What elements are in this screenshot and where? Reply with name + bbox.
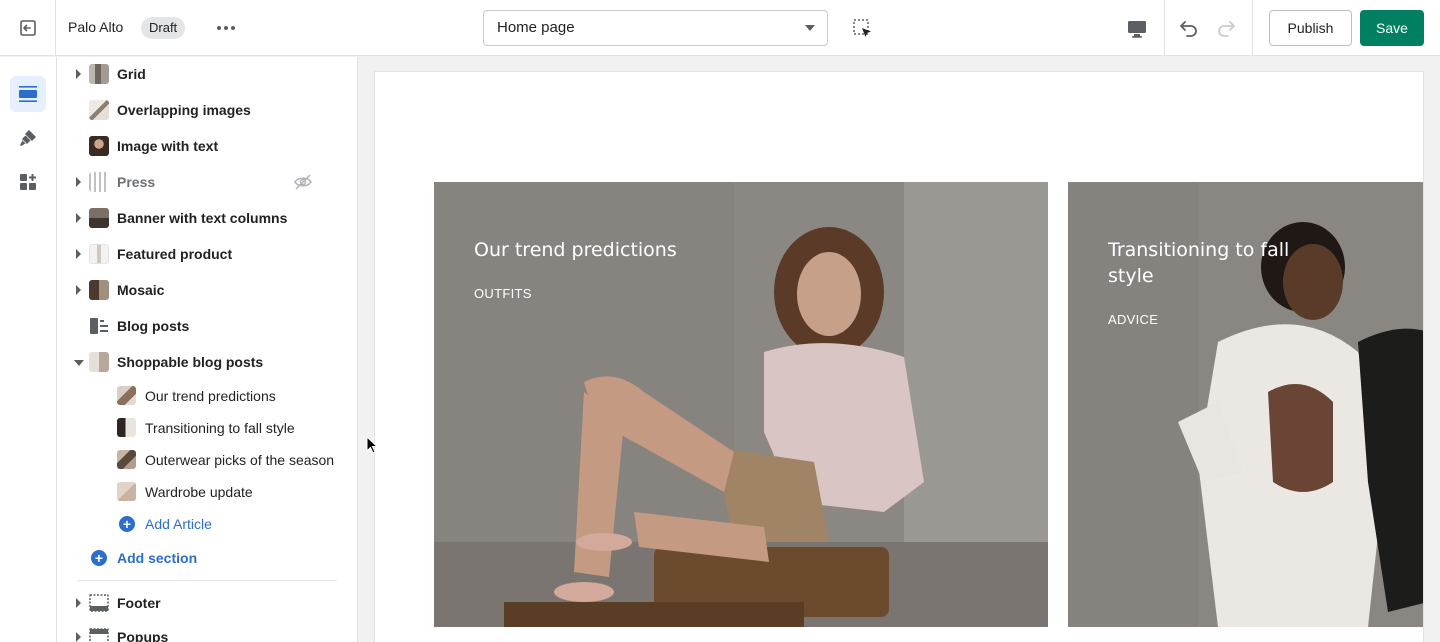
popups-icon — [89, 628, 109, 642]
toolbar-divider — [1164, 0, 1165, 56]
section-thumbnail — [89, 208, 109, 228]
expand-arrow-icon[interactable] — [76, 632, 81, 642]
icon-rail — [0, 57, 57, 642]
blog-icon — [90, 318, 108, 334]
redo-icon — [1218, 21, 1235, 37]
section-label: Blog posts — [117, 318, 190, 334]
section-item-grid[interactable]: Grid — [57, 57, 357, 92]
section-thumbnail — [89, 100, 109, 120]
section-item-shoppable-blog-posts[interactable]: Shoppable blog posts — [57, 344, 357, 380]
add-article-button[interactable]: + Add Article — [119, 516, 212, 532]
expand-arrow-icon[interactable] — [76, 177, 81, 187]
exit-button[interactable] — [0, 0, 56, 56]
section-thumbnail — [89, 280, 109, 300]
undo-button[interactable] — [1176, 15, 1202, 41]
page-selector[interactable]: Home page — [483, 10, 828, 46]
top-bar: Palo Alto Draft Home page Publish Save — [0, 0, 1440, 56]
section-label: Mosaic — [117, 282, 165, 298]
expand-arrow-icon[interactable] — [76, 598, 81, 608]
page-selector-value: Home page — [497, 19, 575, 36]
article-thumbnail — [117, 450, 136, 469]
section-item-image-with-text[interactable]: Image with text — [57, 128, 357, 164]
rail-item-sections[interactable] — [10, 76, 46, 112]
section-label: Banner with text columns — [117, 210, 288, 226]
more-horizontal-icon — [217, 26, 235, 30]
expand-arrow-icon[interactable] — [76, 285, 81, 295]
section-thumbnail — [89, 136, 109, 156]
section-label: Featured product — [117, 246, 233, 262]
blog-post-card[interactable]: Transitioning to fall style ADVICE — [1068, 182, 1423, 627]
select-cursor-icon — [853, 19, 871, 37]
section-thumbnail — [89, 172, 109, 192]
section-item-blog-posts[interactable]: Blog posts — [57, 308, 357, 344]
article-item[interactable]: Transitioning to fall style — [57, 412, 357, 444]
theme-settings-brush-icon — [20, 130, 36, 146]
publish-button[interactable]: Publish — [1269, 10, 1352, 46]
section-label: Press — [117, 174, 156, 190]
more-actions-button[interactable] — [212, 16, 240, 40]
mouse-cursor-icon — [366, 436, 378, 454]
store-name: Palo Alto — [68, 19, 124, 35]
section-item-footer[interactable]: Footer — [57, 585, 357, 621]
section-item-popups[interactable]: Popups — [57, 619, 357, 642]
section-label: Image with text — [117, 138, 219, 154]
article-label: Wardrobe update — [145, 484, 253, 500]
sections-sidebar: Grid Overlapping images Image with text … — [57, 57, 358, 642]
plus-circle-icon: + — [91, 550, 107, 566]
article-thumbnail — [117, 418, 136, 437]
blog-post-title[interactable]: Transitioning to fall style — [1108, 237, 1328, 289]
section-label: Shoppable blog posts — [117, 354, 264, 370]
article-label: Outerwear picks of the season — [145, 452, 335, 468]
desktop-view-button[interactable] — [1124, 16, 1150, 42]
blog-post-card[interactable]: Our trend predictions OUTFITS — [434, 182, 1048, 627]
undo-icon — [1180, 21, 1197, 37]
sections-icon — [19, 86, 37, 102]
article-item[interactable]: Outerwear picks of the season — [57, 444, 357, 476]
section-item-overlapping-images[interactable]: Overlapping images — [57, 92, 357, 128]
article-label: Our trend predictions — [145, 388, 276, 404]
hidden-eye-icon[interactable] — [293, 172, 313, 192]
sidebar-divider — [77, 580, 337, 581]
section-label: Footer — [117, 595, 161, 611]
theme-preview: Our trend predictions OUTFITS Transition… — [374, 71, 1424, 642]
blog-post-title[interactable]: Our trend predictions — [474, 237, 794, 263]
article-item[interactable]: Our trend predictions — [57, 380, 357, 412]
section-item-mosaic[interactable]: Mosaic — [57, 272, 357, 308]
collapse-arrow-icon[interactable] — [74, 360, 84, 366]
app-embeds-icon — [20, 174, 36, 190]
section-item-featured-product[interactable]: Featured product — [57, 236, 357, 272]
plus-circle-icon: + — [119, 516, 135, 532]
redo-button[interactable] — [1213, 15, 1239, 41]
section-thumbnail — [89, 244, 109, 264]
blog-post-tag: ADVICE — [1108, 312, 1159, 327]
expand-arrow-icon[interactable] — [76, 213, 81, 223]
section-label: Grid — [117, 66, 146, 82]
desktop-icon — [1128, 21, 1146, 38]
expand-arrow-icon[interactable] — [76, 69, 81, 79]
exit-icon — [19, 20, 36, 36]
add-section-button[interactable]: + Add section — [91, 550, 197, 566]
article-thumbnail — [117, 482, 136, 501]
save-button[interactable]: Save — [1360, 10, 1424, 46]
article-thumbnail — [117, 386, 136, 405]
section-thumbnail — [89, 352, 109, 372]
rail-item-app-embeds[interactable] — [10, 164, 46, 200]
expand-arrow-icon[interactable] — [76, 249, 81, 259]
section-thumbnail — [89, 64, 109, 84]
status-badge: Draft — [141, 17, 186, 39]
section-item-press[interactable]: Press — [57, 164, 357, 200]
inspector-button[interactable] — [850, 16, 876, 42]
article-label: Transitioning to fall style — [145, 420, 295, 436]
section-label: Popups — [117, 629, 169, 642]
blog-post-tag: OUTFITS — [474, 286, 532, 301]
section-label: Overlapping images — [117, 102, 251, 118]
article-item[interactable]: Wardrobe update — [57, 476, 357, 508]
footer-icon — [89, 594, 109, 612]
section-item-banner-with-text-columns[interactable]: Banner with text columns — [57, 200, 357, 236]
rail-item-theme-settings[interactable] — [10, 120, 46, 156]
toolbar-divider — [1252, 0, 1253, 56]
caret-down-icon — [805, 25, 815, 31]
